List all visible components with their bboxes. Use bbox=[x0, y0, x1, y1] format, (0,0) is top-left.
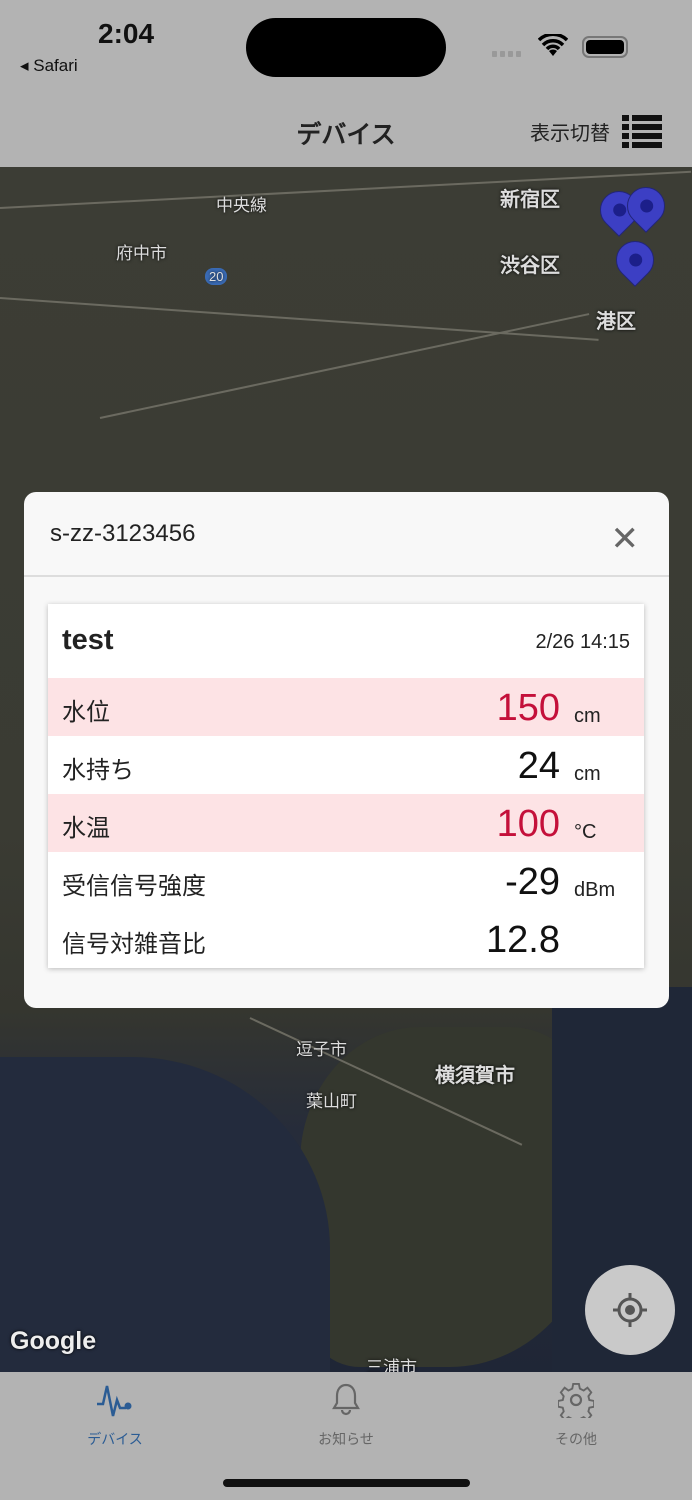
metric-value: 24 bbox=[517, 745, 560, 787]
metric-label: 水温 bbox=[62, 815, 110, 842]
cellular-signal-icon bbox=[492, 51, 521, 57]
view-toggle-label: 表示切替 bbox=[530, 123, 610, 145]
timestamp: 2/26 14:15 bbox=[535, 631, 630, 653]
close-button[interactable]: ✕ bbox=[611, 522, 640, 556]
map-sea bbox=[0, 1057, 330, 1372]
device-id: s-zz-3123456 bbox=[50, 520, 196, 547]
metric-value: -29 bbox=[505, 861, 560, 903]
tab-devices[interactable]: デバイス bbox=[55, 1382, 175, 1449]
metric-value: 12.8 bbox=[486, 919, 560, 961]
home-indicator[interactable] bbox=[223, 1479, 470, 1487]
popup-header: s-zz-3123456 ✕ bbox=[24, 492, 669, 577]
google-logo: Google bbox=[10, 1327, 97, 1355]
crosshair-icon bbox=[613, 1293, 647, 1327]
back-to-safari[interactable]: ◂ Safari bbox=[20, 56, 78, 76]
tab-notifications[interactable]: お知らせ bbox=[286, 1382, 406, 1449]
metric-row-snr: 信号対雑音比 12.8 bbox=[48, 910, 644, 968]
my-location-button[interactable] bbox=[585, 1265, 675, 1355]
status-time: 2:04 bbox=[98, 18, 155, 49]
metric-label: 水持ち bbox=[62, 757, 134, 784]
device-popup: s-zz-3123456 ✕ test 2/26 14:15 水位 150 cm… bbox=[24, 492, 669, 1008]
map-label: 新宿区 bbox=[500, 189, 560, 211]
map-road bbox=[0, 170, 692, 209]
metric-label: 受信信号強度 bbox=[62, 873, 206, 900]
map-road bbox=[99, 313, 590, 419]
map-road bbox=[0, 297, 599, 341]
device-card[interactable]: test 2/26 14:15 水位 150 cm 水持ち 24 cm 水温 1… bbox=[48, 604, 644, 968]
tab-label: その他 bbox=[555, 1431, 597, 1447]
bell-icon bbox=[332, 1383, 360, 1416]
metric-unit: dBm bbox=[574, 879, 616, 901]
dynamic-island bbox=[246, 18, 446, 77]
nav-bar: デバイス 表示切替 bbox=[0, 95, 692, 167]
metric-label: 信号対雑音比 bbox=[62, 931, 206, 958]
battery-icon bbox=[582, 36, 628, 58]
metric-row-water-level: 水位 150 cm bbox=[48, 678, 644, 736]
view-toggle-button[interactable]: 表示切替 bbox=[530, 115, 662, 148]
metric-row-water-hold: 水持ち 24 cm bbox=[48, 736, 644, 794]
card-header: test 2/26 14:15 bbox=[48, 604, 644, 678]
back-app-label: Safari bbox=[33, 56, 78, 75]
pulse-icon bbox=[97, 1385, 132, 1417]
list-icon bbox=[622, 115, 662, 148]
metric-unit: cm bbox=[574, 763, 601, 785]
wifi-icon bbox=[538, 34, 568, 56]
map-label: 中央線 bbox=[216, 196, 267, 215]
device-name: test bbox=[62, 624, 114, 656]
metric-unit: °C bbox=[574, 821, 597, 843]
metric-value: 100 bbox=[496, 803, 560, 845]
map-label: 三浦市 bbox=[366, 1358, 417, 1372]
metric-unit: cm bbox=[574, 705, 601, 727]
map-route-badge: 20 bbox=[205, 268, 228, 285]
map-label: 横須賀市 bbox=[435, 1065, 515, 1087]
metric-label: 水位 bbox=[62, 699, 110, 726]
metric-row-rssi: 受信信号強度 -29 dBm bbox=[48, 852, 644, 910]
tab-label: お知らせ bbox=[318, 1431, 374, 1447]
map-label: 葉山町 bbox=[306, 1092, 357, 1111]
gear-icon bbox=[557, 1382, 596, 1425]
map-label: 港区 bbox=[596, 311, 636, 333]
device-marker[interactable] bbox=[608, 233, 662, 287]
tab-label: デバイス bbox=[87, 1431, 143, 1447]
status-bar: 2:04 ◂ Safari bbox=[0, 0, 692, 95]
metric-value: 150 bbox=[496, 687, 560, 729]
map-label: 府中市 bbox=[116, 244, 167, 263]
metric-row-water-temp: 水温 100 °C bbox=[48, 794, 644, 852]
close-icon: ✕ bbox=[610, 520, 640, 558]
map-label: 渋谷区 bbox=[500, 255, 560, 277]
map-label: 逗子市 bbox=[296, 1040, 347, 1059]
tab-other[interactable]: その他 bbox=[516, 1382, 636, 1449]
